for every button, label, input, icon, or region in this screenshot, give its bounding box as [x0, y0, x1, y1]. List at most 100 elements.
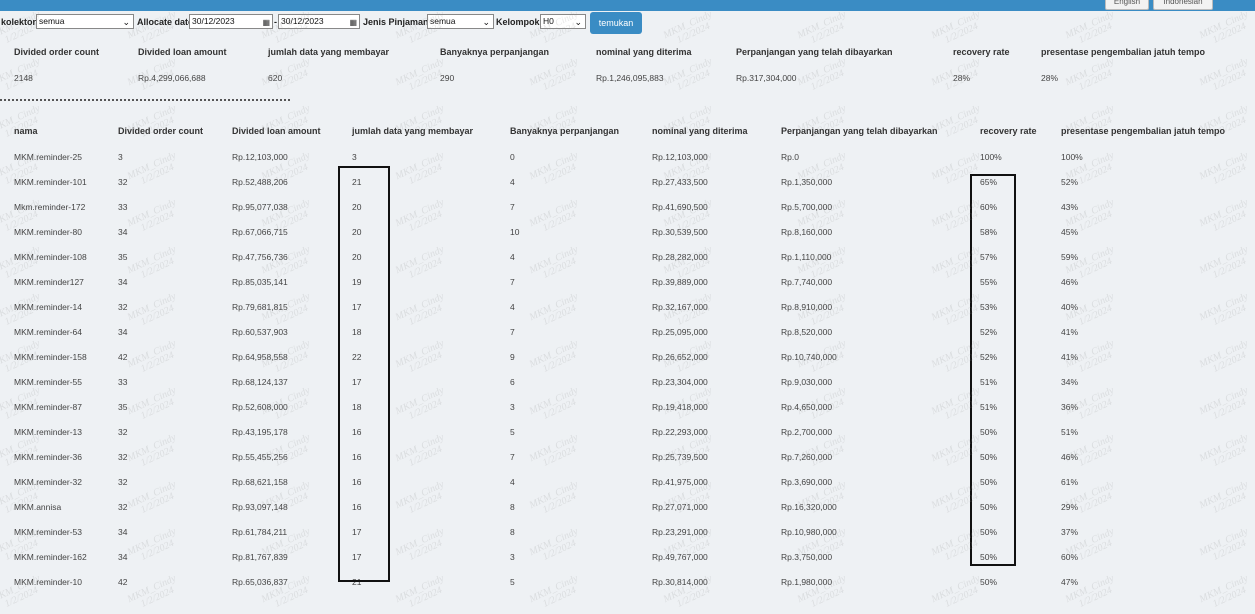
- kolektor-select[interactable]: semua ⌄: [36, 14, 134, 29]
- watermark: MKM_Cindy 1/2/2024: [0, 102, 42, 140]
- table-row[interactable]: MKM.reminder-87 35 Rp.52,608,000 18 3 Rp.19,4…: [0, 395, 1255, 420]
- column-header[interactable]: Divided order count: [118, 126, 203, 136]
- table-cell: MKM.reminder-158: [14, 352, 87, 362]
- table-cell: 34: [118, 227, 128, 237]
- kelompok-value: H0: [543, 16, 554, 26]
- table-cell: Rp.85,035,141: [232, 277, 288, 287]
- table-cell: Rp.30,539,500: [652, 227, 708, 237]
- table-row[interactable]: MKM.reminder-10 42 Rp.65,036,837 21 5 Rp.30,8…: [0, 570, 1255, 595]
- summary-value: 290: [440, 73, 455, 83]
- table-row[interactable]: MKM.reminder-101 32 Rp.52,488,206 21 4 Rp.27,…: [0, 170, 1255, 195]
- table-cell: 35: [118, 402, 128, 412]
- column-header[interactable]: Perpanjangan yang telah dibayarkan: [781, 126, 938, 136]
- table-cell: 0: [510, 152, 515, 162]
- summary-value: Rp.4,299,066,688: [138, 73, 206, 83]
- highlight-box-paid-count: [338, 166, 390, 582]
- jenis-pinjaman-select[interactable]: semua ⌄: [427, 14, 494, 29]
- date-from-input[interactable]: 30/12/2023 ▦: [189, 14, 273, 29]
- watermark: MKM_Cindy 1/2/2024: [661, 102, 714, 140]
- table-cell: Rp.19,418,000: [652, 402, 708, 412]
- table-cell: Rp.7,740,000: [781, 277, 833, 287]
- table-cell: 51%: [1061, 427, 1079, 437]
- column-header[interactable]: nama: [14, 126, 38, 136]
- table-cell: MKM.reminder-53: [14, 527, 83, 537]
- table-cell: Rp.25,095,000: [652, 327, 708, 337]
- kelompok-select[interactable]: H0 ⌄: [540, 14, 586, 29]
- table-row[interactable]: MKM.reminder-14 32 Rp.79,681,815 17 4 Rp.32,1…: [0, 295, 1255, 320]
- table-cell: 50%: [980, 577, 998, 587]
- summary-header: Perpanjangan yang telah dibayarkan: [736, 47, 893, 57]
- column-header[interactable]: jumlah data yang membayar: [352, 126, 473, 136]
- table-cell: 32: [118, 452, 128, 462]
- table-row[interactable]: MKM.reminder-36 32 Rp.55,455,256 16 7 Rp.25,7…: [0, 445, 1255, 470]
- table-cell: 37%: [1061, 527, 1079, 537]
- table-cell: 4: [510, 177, 515, 187]
- table-cell: 47%: [1061, 577, 1079, 587]
- table-cell: Rp.8,160,000: [781, 227, 833, 237]
- language-indonesian-button[interactable]: Indonesian: [1153, 0, 1213, 10]
- column-header[interactable]: presentase pengembalian jatuh tempo: [1061, 126, 1225, 136]
- table-cell: MKM.reminder-13: [14, 427, 83, 437]
- table-cell: 60%: [1061, 552, 1079, 562]
- calendar-icon[interactable]: ▦: [262, 16, 270, 29]
- table-cell: 34: [118, 327, 128, 337]
- column-header[interactable]: Divided loan amount: [232, 126, 321, 136]
- top-bar: [0, 0, 1255, 11]
- table-cell: Rp.52,488,206: [232, 177, 288, 187]
- summary-value: Rp.1,246,095,883: [596, 73, 664, 83]
- column-header[interactable]: Banyaknya perpanjangan: [510, 126, 619, 136]
- table-cell: MKM.reminder-80: [14, 227, 83, 237]
- table-row[interactable]: MKM.annisa 32 Rp.93,097,148 16 8 Rp.27,071,00…: [0, 495, 1255, 520]
- table-row[interactable]: MKM.reminder-25 3 Rp.12,103,000 3 0 Rp.12,103…: [0, 145, 1255, 170]
- table-cell: Rp.52,608,000: [232, 402, 288, 412]
- table-row[interactable]: MKM.reminder-80 34 Rp.67,066,715 20 10 Rp.30,…: [0, 220, 1255, 245]
- date-to-input[interactable]: 30/12/2023 ▦: [278, 14, 360, 29]
- jenis-pinjaman-label: Jenis Pinjaman: [363, 17, 429, 27]
- table-cell: 3: [510, 552, 515, 562]
- table-cell: 36%: [1061, 402, 1079, 412]
- table-row[interactable]: MKM.reminder-32 32 Rp.68,621,158 16 4 Rp.41,9…: [0, 470, 1255, 495]
- table-cell: 34%: [1061, 377, 1079, 387]
- language-english-button[interactable]: English: [1105, 0, 1149, 10]
- table-row[interactable]: MKM.reminder-108 35 Rp.47,756,736 20 4 Rp.28,…: [0, 245, 1255, 270]
- table-cell: Rp.68,124,137: [232, 377, 288, 387]
- table-cell: MKM.reminder-162: [14, 552, 87, 562]
- chevron-down-icon: ⌄: [574, 17, 582, 27]
- table-cell: Rp.32,167,000: [652, 302, 708, 312]
- table-cell: 33: [118, 377, 128, 387]
- table-row[interactable]: MKM.reminder-53 34 Rp.61,784,211 17 8 Rp.23,2…: [0, 520, 1255, 545]
- table-row[interactable]: MKM.reminder127 34 Rp.85,035,141 19 7 Rp.39,8…: [0, 270, 1255, 295]
- search-button[interactable]: temukan: [590, 12, 642, 34]
- table-row[interactable]: MKM.reminder-13 32 Rp.43,195,178 16 5 Rp.22,2…: [0, 420, 1255, 445]
- watermark: MKM_Cindy 1/2/2024: [661, 55, 714, 93]
- highlight-box-recovery-rate: [970, 174, 1016, 566]
- table-row[interactable]: MKM.reminder-162 34 Rp.81,767,839 17 3 Rp.49,…: [0, 545, 1255, 570]
- table-cell: MKM.reminder-32: [14, 477, 83, 487]
- table-cell: 43%: [1061, 202, 1079, 212]
- table-cell: 32: [118, 177, 128, 187]
- allocate-date-label: Allocate date: [137, 17, 194, 27]
- table-cell: Rp.30,814,000: [652, 577, 708, 587]
- table-cell: Rp.47,756,736: [232, 252, 288, 262]
- table-cell: Rp.0: [781, 152, 799, 162]
- table-row[interactable]: MKM.reminder-55 33 Rp.68,124,137 17 6 Rp.23,3…: [0, 370, 1255, 395]
- table-row[interactable]: Mkm.reminder-172 33 Rp.95,077,038 20 7 Rp.41,…: [0, 195, 1255, 220]
- table-row[interactable]: MKM.reminder-64 34 Rp.60,537,903 18 7 Rp.25,0…: [0, 320, 1255, 345]
- table-row[interactable]: MKM.reminder-158 42 Rp.64,958,558 22 9 Rp.26,…: [0, 345, 1255, 370]
- table-cell: 42: [118, 577, 128, 587]
- table-cell: Rp.55,455,256: [232, 452, 288, 462]
- table-cell: 100%: [1061, 152, 1083, 162]
- table-cell: Rp.8,910,000: [781, 302, 833, 312]
- summary-header: recovery rate: [953, 47, 1010, 57]
- table-cell: 4: [510, 302, 515, 312]
- watermark: MKM_Cindy 1/2/2024: [929, 102, 982, 140]
- calendar-icon[interactable]: ▦: [349, 16, 357, 29]
- table-cell: Rp.26,652,000: [652, 352, 708, 362]
- summary-value: 28%: [1041, 73, 1059, 83]
- summary-header: presentase pengembalian jatuh tempo: [1041, 47, 1206, 57]
- watermark: MKM_Cindy 1/2/2024: [527, 102, 580, 140]
- table-cell: Rp.27,071,000: [652, 502, 708, 512]
- column-header[interactable]: recovery rate: [980, 126, 1037, 136]
- column-header[interactable]: nominal yang diterima: [652, 126, 748, 136]
- watermark: MKM_Cindy 1/2/2024: [527, 55, 580, 93]
